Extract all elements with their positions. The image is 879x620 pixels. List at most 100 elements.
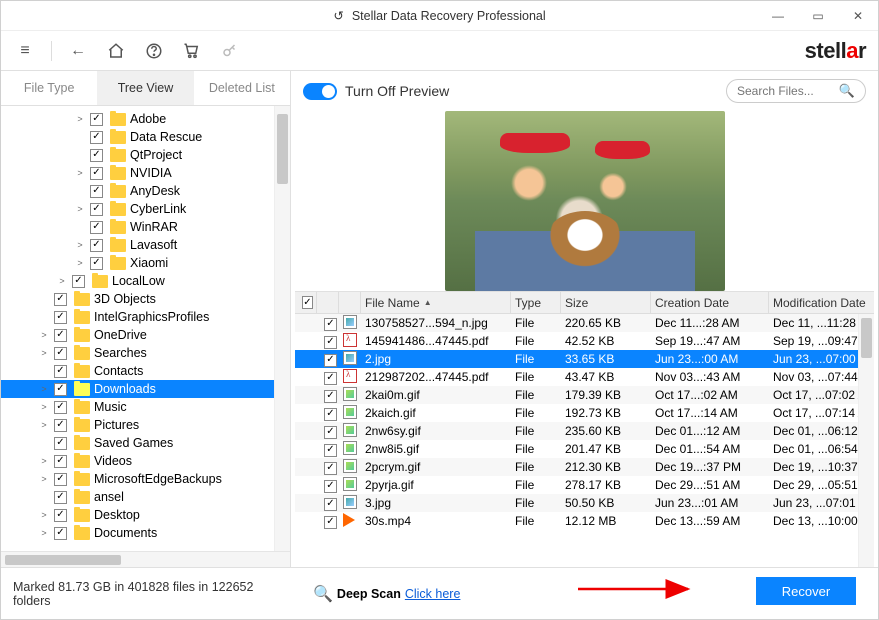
tree-item[interactable]: >Music: [1, 398, 290, 416]
tree-item[interactable]: >Xiaomi: [1, 254, 290, 272]
tree-checkbox[interactable]: [90, 239, 103, 252]
chevron-icon[interactable]: >: [73, 204, 87, 214]
search-box[interactable]: 🔍: [726, 79, 866, 103]
chevron-icon[interactable]: >: [37, 456, 51, 466]
tree-item[interactable]: >OneDrive: [1, 326, 290, 344]
tree-checkbox[interactable]: [90, 131, 103, 144]
row-checkbox[interactable]: [324, 336, 337, 349]
recover-button[interactable]: Recover: [756, 577, 856, 605]
menu-icon[interactable]: ≡: [13, 39, 37, 63]
tree-item[interactable]: >Videos: [1, 452, 290, 470]
chevron-icon[interactable]: >: [37, 420, 51, 430]
tree-item[interactable]: Data Rescue: [1, 128, 290, 146]
chevron-icon[interactable]: >: [73, 258, 87, 268]
col-type[interactable]: Type: [511, 292, 561, 313]
tree-checkbox[interactable]: [54, 365, 67, 378]
tree-checkbox[interactable]: [54, 473, 67, 486]
help-button[interactable]: [142, 39, 166, 63]
search-icon[interactable]: 🔍: [839, 83, 855, 99]
chevron-icon[interactable]: >: [73, 114, 87, 124]
chevron-icon[interactable]: >: [37, 402, 51, 412]
row-checkbox[interactable]: [324, 462, 337, 475]
tree-item[interactable]: >Searches: [1, 344, 290, 362]
row-checkbox[interactable]: [324, 354, 337, 367]
row-checkbox[interactable]: [324, 318, 337, 331]
deep-scan-link[interactable]: Click here: [405, 587, 461, 601]
tree-item[interactable]: >MicrosoftEdgeBackups: [1, 470, 290, 488]
tree-item[interactable]: >Lavasoft: [1, 236, 290, 254]
key-icon[interactable]: [218, 39, 242, 63]
tree-vscrollbar[interactable]: [274, 106, 290, 551]
table-row[interactable]: 3.jpgFile50.50 KBJun 23...:01 AMJun 23, …: [295, 494, 874, 512]
tree-item[interactable]: >Downloads: [1, 380, 290, 398]
tree-checkbox[interactable]: [54, 455, 67, 468]
tree-item[interactable]: >LocalLow: [1, 272, 290, 290]
tree-item[interactable]: AnyDesk: [1, 182, 290, 200]
tab-deleted-list[interactable]: Deleted List: [194, 71, 290, 105]
tree-item[interactable]: 3D Objects: [1, 290, 290, 308]
tree-item[interactable]: WinRAR: [1, 218, 290, 236]
row-checkbox[interactable]: [324, 516, 337, 529]
col-file-name[interactable]: File Name▲: [361, 292, 511, 313]
table-row[interactable]: 2nw6sy.gifFile235.60 KBDec 01...:12 AMDe…: [295, 422, 874, 440]
tree-checkbox[interactable]: [54, 527, 67, 540]
tree-item[interactable]: >NVIDIA: [1, 164, 290, 182]
close-button[interactable]: ✕: [838, 1, 878, 31]
table-row[interactable]: 2kaich.gifFile192.73 KBOct 17...:14 AMOc…: [295, 404, 874, 422]
table-row[interactable]: 130758527...594_n.jpgFile220.65 KBDec 11…: [295, 314, 874, 332]
table-row[interactable]: 2pcrym.gifFile212.30 KBDec 19...:37 PMDe…: [295, 458, 874, 476]
tree-checkbox[interactable]: [90, 257, 103, 270]
col-size[interactable]: Size: [561, 292, 651, 313]
table-row[interactable]: 2kai0m.gifFile179.39 KBOct 17...:02 AMOc…: [295, 386, 874, 404]
chevron-icon[interactable]: >: [37, 528, 51, 538]
tree-checkbox[interactable]: [72, 275, 85, 288]
tree-checkbox[interactable]: [54, 311, 67, 324]
chevron-icon[interactable]: >: [37, 474, 51, 484]
search-input[interactable]: [737, 84, 835, 98]
tree-checkbox[interactable]: [54, 329, 67, 342]
chevron-icon[interactable]: >: [37, 510, 51, 520]
tree-hscrollbar[interactable]: [1, 551, 290, 567]
row-checkbox[interactable]: [324, 498, 337, 511]
row-checkbox[interactable]: [324, 390, 337, 403]
tree-item[interactable]: ansel: [1, 488, 290, 506]
tree-checkbox[interactable]: [54, 347, 67, 360]
chevron-icon[interactable]: >: [73, 240, 87, 250]
tree-item[interactable]: >Desktop: [1, 506, 290, 524]
maximize-button[interactable]: ▭: [798, 1, 838, 31]
tree-item[interactable]: >Documents: [1, 524, 290, 542]
tree-checkbox[interactable]: [90, 221, 103, 234]
chevron-icon[interactable]: >: [37, 384, 51, 394]
tree-checkbox[interactable]: [54, 401, 67, 414]
back-button[interactable]: ←: [66, 39, 90, 63]
tab-tree-view[interactable]: Tree View: [97, 71, 193, 105]
grid-vscrollbar[interactable]: [858, 314, 874, 567]
row-checkbox[interactable]: [324, 444, 337, 457]
table-row[interactable]: 212987202...47445.pdfFile43.47 KBNov 03.…: [295, 368, 874, 386]
table-row[interactable]: 2.jpgFile33.65 KBJun 23...:00 AMJun 23, …: [295, 350, 874, 368]
chevron-icon[interactable]: >: [37, 348, 51, 358]
col-creation-date[interactable]: Creation Date: [651, 292, 769, 313]
tree-item[interactable]: >Pictures: [1, 416, 290, 434]
tree-item[interactable]: >Adobe: [1, 110, 290, 128]
minimize-button[interactable]: —: [758, 1, 798, 31]
row-checkbox[interactable]: [324, 480, 337, 493]
tree-checkbox[interactable]: [90, 185, 103, 198]
table-row[interactable]: 145941486...47445.pdfFile42.52 KBSep 19.…: [295, 332, 874, 350]
table-row[interactable]: 2pyrja.gifFile278.17 KBDec 29...:51 AMDe…: [295, 476, 874, 494]
tree-checkbox[interactable]: [54, 293, 67, 306]
row-checkbox[interactable]: [324, 408, 337, 421]
tree-checkbox[interactable]: [54, 491, 67, 504]
chevron-icon[interactable]: >: [55, 276, 69, 286]
tree-item[interactable]: >CyberLink: [1, 200, 290, 218]
select-all-checkbox[interactable]: [302, 296, 313, 309]
table-row[interactable]: 30s.mp4File12.12 MBDec 13...:59 AMDec 13…: [295, 512, 874, 530]
tree-checkbox[interactable]: [54, 419, 67, 432]
chevron-icon[interactable]: >: [73, 168, 87, 178]
tree-item[interactable]: IntelGraphicsProfiles: [1, 308, 290, 326]
tree-checkbox[interactable]: [54, 437, 67, 450]
tree-checkbox[interactable]: [54, 509, 67, 522]
row-checkbox[interactable]: [324, 372, 337, 385]
tree-checkbox[interactable]: [90, 167, 103, 180]
tree-checkbox[interactable]: [54, 383, 67, 396]
